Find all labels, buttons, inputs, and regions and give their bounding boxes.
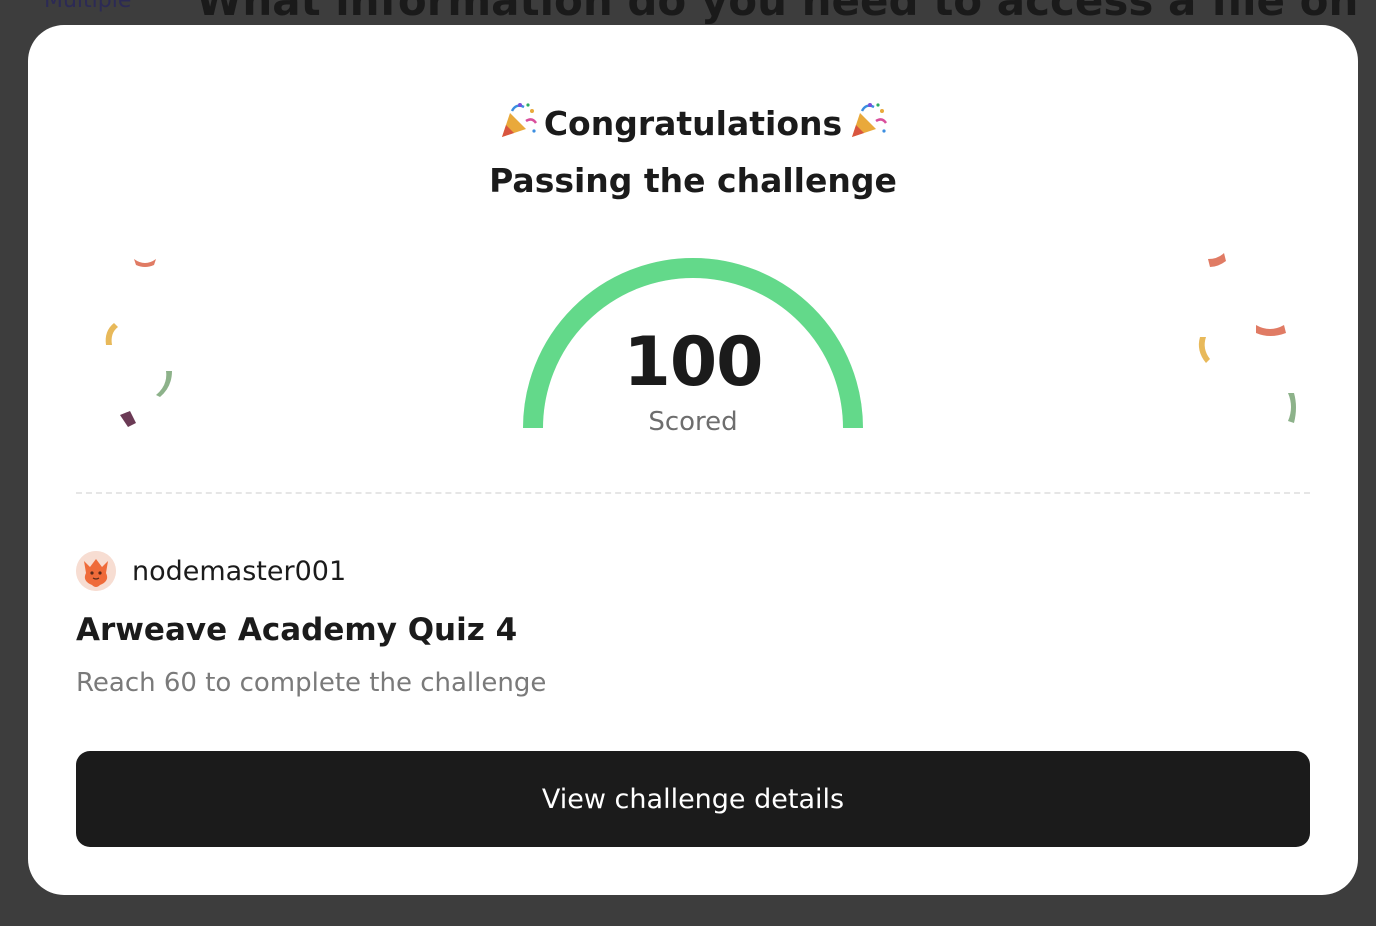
confetti-piece: [134, 259, 156, 267]
section-divider: [76, 492, 1310, 494]
username: nodemaster001: [132, 555, 347, 587]
view-challenge-details-button[interactable]: View challenge details: [76, 751, 1310, 847]
user-row: nodemaster001: [76, 551, 346, 591]
congratulations-modal: Congratulations Passing the challenge 10…: [28, 25, 1358, 895]
score-value: 100: [623, 323, 764, 402]
challenge-title: Arweave Academy Quiz 4: [76, 612, 518, 648]
question-type-label: Multiple: [44, 0, 132, 13]
party-popper-icon: [852, 103, 888, 137]
score-label: Scored: [648, 407, 738, 437]
fox-avatar-icon: [76, 551, 116, 591]
party-popper-icon: [501, 103, 537, 137]
confetti-piece: [1208, 253, 1226, 267]
modal-subtitle: Passing the challenge: [489, 161, 897, 200]
question-text: What information do you need to access a…: [196, 0, 1359, 25]
modal-heading: Congratulations: [28, 101, 1358, 146]
modal-title: Congratulations: [543, 104, 843, 143]
challenge-requirement: Reach 60 to complete the challenge: [76, 668, 547, 698]
